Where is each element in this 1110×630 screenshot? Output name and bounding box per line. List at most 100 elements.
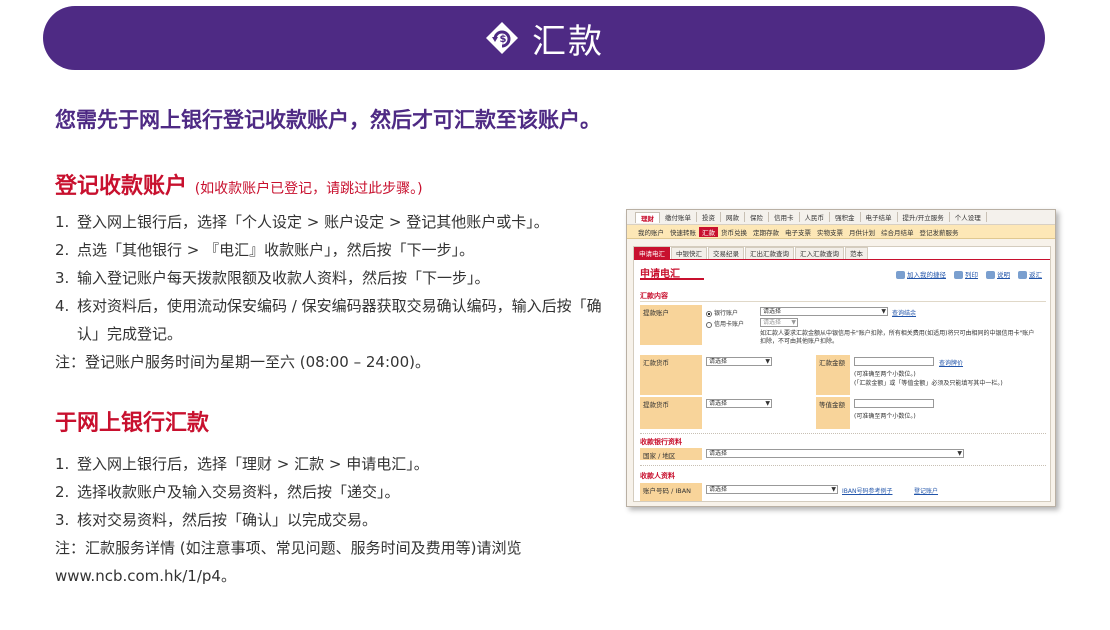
radio-card-icon [706, 321, 712, 328]
nav-item[interactable]: 电子结单 [861, 212, 898, 222]
subnav-item[interactable]: 实物支票 [814, 227, 846, 237]
tab-telegraphic[interactable]: 申请电汇 [634, 247, 670, 259]
help-link[interactable]: 说明 [986, 269, 1010, 279]
amount-rule: (「汇款金额」或「等值金额」必须及只能填写其中一栏。) [854, 380, 1003, 387]
register-account-link[interactable]: 登记账户 [914, 486, 938, 495]
divider [640, 301, 1046, 302]
banner-title: 汇款 [532, 21, 604, 62]
print-icon [954, 271, 963, 279]
debit-currency-select[interactable]: 请选择 ▼ [706, 399, 772, 408]
list-item: 4. 核对资料后，使用流动保安编码 / 保安编码器获取交易确认编码，输入后按「确认… [55, 297, 602, 343]
nav-item[interactable]: 网款 [721, 212, 745, 222]
section1-title-text: 登记收款账户 [55, 174, 188, 199]
balance-link[interactable]: 查询结余 [892, 308, 916, 317]
panel-tools: 加入我的捷径 列印 说明 返汇 [896, 269, 1042, 279]
list-item: 1. 登入网上银行后，选择「个人设定 > 账户设定 > 登记其他账户或卡」。 [55, 213, 549, 231]
equiv-label: 等值金额 [816, 397, 850, 429]
subnav-item[interactable]: 综合月结单 [878, 227, 917, 237]
nav-item[interactable]: 人民币 [800, 212, 830, 222]
lead-text: 您需先于网上银行登记收款账户，然后才可汇款至该账户。 [55, 108, 601, 132]
subnav-item[interactable]: 我的账户 [635, 227, 667, 237]
radio-card[interactable]: 信用卡账户 [706, 319, 744, 328]
debit-account-label: 提款账户 [640, 305, 702, 345]
divider [640, 433, 1046, 434]
chevron-down-icon: ▼ [957, 450, 962, 457]
svg-text:$: $ [500, 34, 507, 45]
tab-inward[interactable]: 汇入汇款查询 [795, 247, 844, 259]
iban-example-link[interactable]: IBAN号码参考例子 [842, 486, 892, 495]
nav-item[interactable]: 个人设理 [950, 212, 987, 222]
equiv-hint: (可准确至两个小数位。) [854, 413, 916, 420]
tab-template[interactable]: 范本 [845, 247, 868, 259]
subnav-item[interactable]: 月供计划 [846, 227, 878, 237]
shortcut-link[interactable]: 加入我的捷径 [896, 269, 946, 279]
section1-steps: 1. 登入网上银行后，选择「个人设定 > 账户设定 > 登记其他账户或卡」。 2.… [55, 208, 620, 376]
card-note: 如汇款人要求汇款金额从中银信用卡"账户扣除，所有相关费用(如适用)将只可由相同的… [760, 330, 1035, 345]
country-select[interactable]: 请选择 ▼ [706, 449, 964, 458]
currency-select[interactable]: 请选择 ▼ [706, 357, 772, 366]
tab-boc-express[interactable]: 中银快汇 [671, 247, 707, 259]
rate-link[interactable]: 查询牌价 [939, 358, 963, 367]
main-nav: 理财 缴付账单 投资 网款 保险 信用卡 人民币 强积金 电子结单 提升/开立服… [627, 210, 1055, 225]
list-item: 3. 输入登记账户每天拨款限额及收款人资料，然后按「下一步」。 [55, 269, 490, 287]
tab-history[interactable]: 交易纪录 [708, 247, 744, 259]
section1-subtitle: (如收款账户已登记，请跳过此步骤。) [194, 181, 423, 197]
account-label: 账户号码 / IBAN [640, 483, 702, 501]
nav-item[interactable]: 理财 [635, 211, 660, 223]
subnav-item[interactable]: 汇款 [699, 226, 718, 237]
divider [640, 465, 1046, 466]
chevron-down-icon: ▼ [765, 400, 770, 407]
currency-label: 汇款货币 [640, 355, 702, 395]
section2-note: 注：汇款服务详情 (如注意事项、常见问题、服务时间及费用等)请浏览www.ncb… [55, 539, 522, 585]
list-item: 3. 核对交易资料，然后按「确认」以完成交易。 [55, 511, 378, 529]
back-link[interactable]: 返汇 [1018, 269, 1042, 279]
debit-currency-label: 提款货币 [640, 397, 702, 429]
section1-title: 登记收款账户 (如收款账户已登记，请跳过此步骤。) [55, 168, 423, 200]
chevron-down-icon: ▼ [831, 486, 836, 493]
equiv-input[interactable] [854, 399, 934, 408]
payee-heading: 收款人资料 [640, 472, 675, 480]
help-icon [986, 271, 995, 279]
remit-tabs: 申请电汇 中银快汇 交易纪录 汇出汇款查询 汇入汇款查询 范本 [634, 247, 1050, 260]
page-banner: $ 汇款 [43, 6, 1045, 70]
radio-bank-icon [706, 310, 712, 317]
shortcut-icon [896, 271, 905, 279]
chevron-down-icon: ▼ [881, 308, 886, 315]
payee-account-select[interactable]: 请选择 ▼ [706, 485, 838, 494]
subnav-item[interactable]: 登记发薪服务 [917, 227, 962, 237]
country-label: 国家 / 地区 [640, 448, 702, 460]
card-account-select[interactable]: 请选择 ▼ [760, 318, 798, 327]
section2-steps: 1. 登入网上银行后，选择「理财 > 汇款 > 申请电汇」。 2. 选择收款账户及输… [55, 450, 620, 590]
subnav-item[interactable]: 快速转账 [667, 227, 699, 237]
nav-item[interactable]: 信用卡 [769, 212, 800, 222]
amount-input[interactable] [854, 357, 934, 366]
nav-item[interactable]: 强积金 [830, 212, 861, 222]
nav-item[interactable]: 缴付账单 [660, 212, 697, 222]
nav-item[interactable]: 提升/开立服务 [898, 212, 950, 222]
subnav-item[interactable]: 货币兑换 [718, 227, 750, 237]
subnav-item[interactable]: 电子支票 [782, 227, 814, 237]
nav-item[interactable]: 保险 [745, 212, 769, 222]
nav-item[interactable]: 投资 [697, 212, 721, 222]
tab-outward[interactable]: 汇出汇款查询 [745, 247, 794, 259]
amount-hint: (可准确至两个小数位。) [854, 371, 916, 378]
list-item: 2. 点选「其他银行 > 『电汇』收款账户」，然后按「下一步」。 [55, 241, 475, 259]
remittance-icon: $ [486, 22, 518, 54]
list-item: 1. 登入网上银行后，选择「理财 > 汇款 > 申请电汇」。 [55, 455, 429, 473]
bank-account-select[interactable]: 请选择 ▼ [760, 307, 888, 316]
chevron-down-icon: ▼ [765, 358, 770, 365]
subnav-item[interactable]: 定期存款 [750, 227, 782, 237]
list-item: 2. 选择收款账户及输入交易资料，然后按「递交」。 [55, 483, 400, 501]
radio-bank[interactable]: 银行账户 [706, 308, 738, 317]
amount-label: 汇款金额 [816, 355, 850, 395]
ebanking-screenshot: 理财 缴付账单 投资 网款 保险 信用卡 人民币 强积金 电子结单 提升/开立服… [626, 209, 1056, 507]
chevron-down-icon: ▼ [791, 319, 796, 326]
section1-note: 注：登记账户服务时间为星期一至六 (08:00 – 24:00)。 [55, 353, 430, 371]
title-underline [640, 278, 704, 280]
sub-nav: 我的账户 快速转账 汇款 货币兑换 定期存款 电子支票 实物支票 月供计划 综合… [627, 225, 1055, 239]
back-icon [1018, 271, 1027, 279]
bank-heading: 收款银行资料 [640, 438, 682, 446]
print-link[interactable]: 列印 [954, 269, 978, 279]
section2-title: 于网上银行汇款 [55, 411, 210, 436]
remit-content-heading: 汇款内容 [640, 292, 668, 300]
